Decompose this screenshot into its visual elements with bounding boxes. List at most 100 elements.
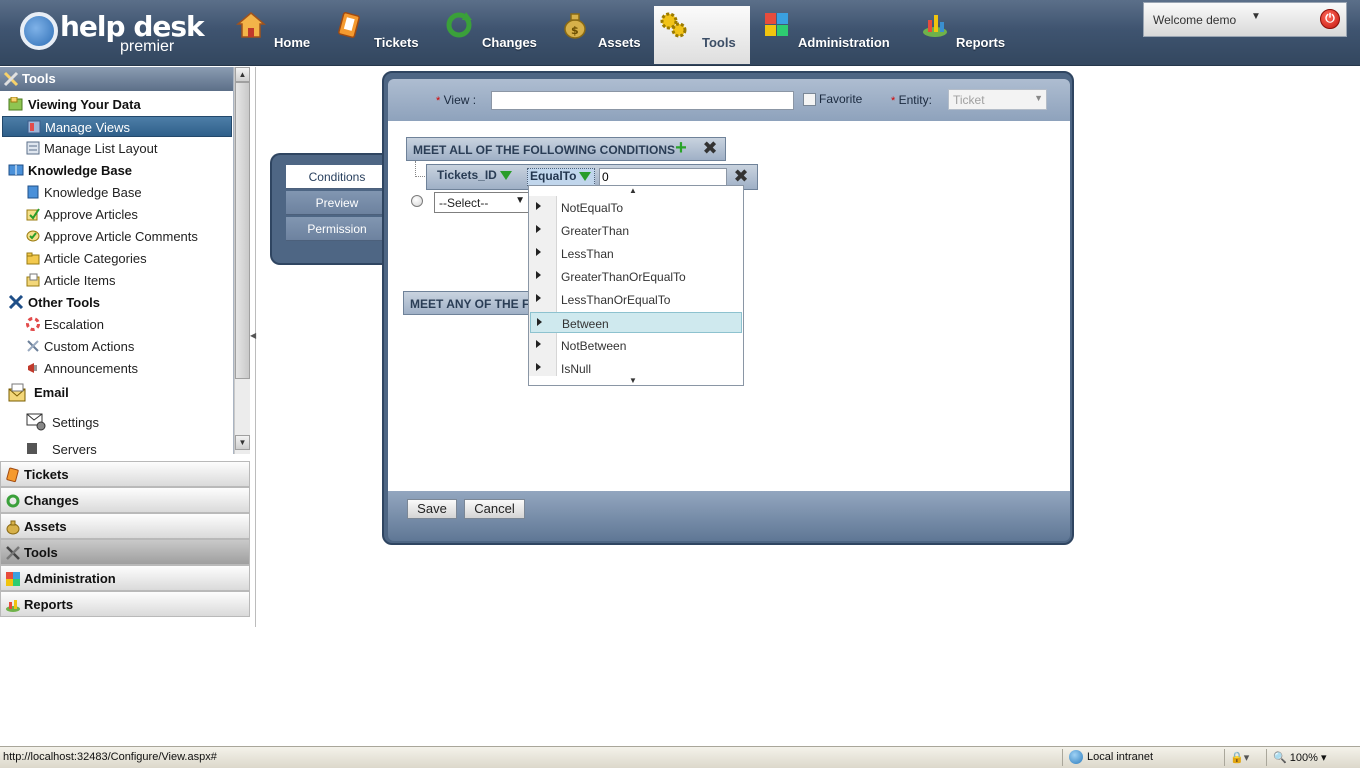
entity-select[interactable]: Ticket ▼ xyxy=(948,89,1047,110)
condition-value-input[interactable] xyxy=(599,168,727,186)
megaphone-icon xyxy=(28,363,37,373)
sidebar-item-manage-list-layout[interactable]: Manage List Layout xyxy=(2,138,232,159)
changes-icon xyxy=(446,12,472,38)
view-name-input[interactable] xyxy=(491,91,794,110)
tab-permission[interactable]: Permission xyxy=(286,217,388,241)
tab-preview[interactable]: Preview xyxy=(286,191,388,215)
sidebar: Tools Viewing Your Data Manage Views Man… xyxy=(0,67,256,627)
accordion-tools[interactable]: Tools xyxy=(0,539,250,565)
accordion-tickets[interactable]: Tickets xyxy=(0,461,250,487)
view-tabs: Conditions Preview Permission xyxy=(270,153,388,265)
nav-administration[interactable]: Administration xyxy=(758,6,908,64)
sidebar-scrollbar[interactable]: ▲ ▼ xyxy=(234,67,250,454)
entity-label: * Entity: xyxy=(891,93,932,107)
house-icon xyxy=(236,12,266,38)
sidebar-item-approve-articles[interactable]: Approve Articles xyxy=(2,204,232,225)
operator-option[interactable]: GreaterThan xyxy=(530,220,742,241)
puzzle-icon xyxy=(765,13,788,36)
globe-icon xyxy=(1069,750,1083,764)
zoom-level[interactable]: 🔍 100% ▾ xyxy=(1273,751,1326,764)
field-dropdown-icon xyxy=(499,171,512,180)
tools-icon xyxy=(6,546,20,560)
sidebar-item-custom-actions[interactable]: Custom Actions xyxy=(2,336,232,357)
views-icon xyxy=(27,120,41,134)
group-viewing-your-data: Viewing Your Data xyxy=(8,97,141,112)
lifebuoy-icon xyxy=(26,317,40,331)
scroll-thumb[interactable] xyxy=(235,82,250,379)
book-icon xyxy=(8,164,24,176)
favorite-label: Favorite xyxy=(819,92,863,106)
sidebar-item-approve-article-comments[interactable]: Approve Article Comments xyxy=(2,226,232,247)
remove-condition-icon[interactable]: ✖ xyxy=(733,167,749,185)
favorite-checkbox[interactable] xyxy=(803,93,816,106)
status-url: http://localhost:32483/Configure/View.as… xyxy=(3,751,217,763)
condition-radio[interactable] xyxy=(411,195,423,207)
sidebar-item-knowledge-base[interactable]: Knowledge Base xyxy=(2,182,232,203)
operator-option[interactable]: NotBetween xyxy=(530,335,742,356)
browser-status-bar: http://localhost:32483/Configure/View.as… xyxy=(0,746,1360,768)
nav-reports[interactable]: Reports xyxy=(916,6,1016,64)
helpdesk-logo[interactable]: help desk premier xyxy=(16,8,205,58)
nav-assets[interactable]: $ Assets xyxy=(556,6,646,64)
view-header-bar: * View : Favorite * Entity: Ticket ▼ xyxy=(388,79,1070,121)
changes-icon xyxy=(6,494,20,508)
operator-option[interactable]: LessThanOrEqualTo xyxy=(530,289,742,310)
operator-dropdown-list[interactable]: ▲ NotEqualTo GreaterThan LessThan Greate… xyxy=(528,185,744,386)
article-icon xyxy=(26,273,40,287)
sidebar-item-announcements[interactable]: Announcements xyxy=(2,358,232,379)
add-condition-icon[interactable]: + xyxy=(673,138,689,158)
operator-select[interactable]: EqualTo xyxy=(527,168,595,186)
user-menu[interactable]: Welcome demo ▼ ⏻ xyxy=(1143,2,1347,37)
expand-arrow-icon xyxy=(536,271,541,279)
book-icon xyxy=(27,185,39,199)
cancel-button[interactable]: Cancel xyxy=(464,499,525,519)
save-button[interactable]: Save xyxy=(407,499,457,519)
expand-arrow-icon xyxy=(536,248,541,256)
email-settings-icon xyxy=(26,413,46,431)
sidebar-item-escalation[interactable]: Escalation xyxy=(2,314,232,335)
nav-tickets[interactable]: Tickets xyxy=(332,6,424,64)
dropdown-scroll-down-icon[interactable]: ▼ xyxy=(629,376,637,385)
view-label: * View : xyxy=(436,93,477,107)
sidebar-item-settings[interactable]: Settings xyxy=(2,410,232,434)
accordion-assets[interactable]: Assets xyxy=(0,513,250,539)
sidebar-item-article-items[interactable]: Article Items xyxy=(2,270,232,291)
accordion-reports[interactable]: Reports xyxy=(0,591,250,617)
operator-option-highlighted[interactable]: Between xyxy=(530,312,742,333)
chevron-down-icon[interactable]: ▼ xyxy=(1251,11,1261,22)
tools-panel-header: Tools xyxy=(0,67,233,91)
welcome-text: Welcome demo xyxy=(1153,13,1237,27)
accordion-administration[interactable]: Administration xyxy=(0,565,250,591)
field-select[interactable]: Tickets_ID xyxy=(437,168,512,186)
expand-arrow-icon xyxy=(536,363,541,371)
logout-button[interactable]: ⏻ xyxy=(1320,9,1340,29)
nav-changes[interactable]: Changes xyxy=(440,6,550,64)
nav-home[interactable]: Home xyxy=(232,6,317,64)
email-icon xyxy=(8,383,26,402)
meet-any-header: MEET ANY OF THE FOLLOWING CONDITIONS xyxy=(403,291,533,315)
comment-approve-icon xyxy=(26,230,40,242)
ticket-icon xyxy=(6,467,19,483)
new-condition-select[interactable]: --Select-- ▼ xyxy=(434,192,530,213)
collapse-sidebar-icon[interactable]: ◀ xyxy=(250,331,256,355)
scroll-up-icon[interactable]: ▲ xyxy=(235,67,250,82)
operator-option[interactable]: LessThan xyxy=(530,243,742,264)
protected-mode-icon[interactable]: 🔒▾ xyxy=(1230,751,1249,764)
scroll-down-icon[interactable]: ▼ xyxy=(235,435,250,450)
dropdown-scroll-up-icon[interactable]: ▲ xyxy=(629,186,637,195)
sidebar-item-manage-views[interactable]: Manage Views xyxy=(2,116,232,137)
server-icon xyxy=(27,443,37,454)
chart-icon xyxy=(6,600,20,612)
nav-tools[interactable]: Tools xyxy=(654,6,750,64)
tools-icon xyxy=(3,71,19,87)
accordion-changes[interactable]: Changes xyxy=(0,487,250,513)
folder-icon xyxy=(26,252,40,265)
sidebar-item-article-categories[interactable]: Article Categories xyxy=(2,248,232,269)
operator-option[interactable]: GreaterThanOrEqualTo xyxy=(530,266,742,287)
sidebar-item-servers[interactable]: Servers xyxy=(2,439,232,454)
group-email: Email xyxy=(8,383,69,403)
tab-conditions[interactable]: Conditions xyxy=(286,165,388,189)
top-navigation-bar: help desk premier Home Tickets Changes $… xyxy=(0,0,1360,66)
operator-option[interactable]: NotEqualTo xyxy=(530,197,742,218)
remove-group-icon[interactable]: ✖ xyxy=(702,139,718,157)
